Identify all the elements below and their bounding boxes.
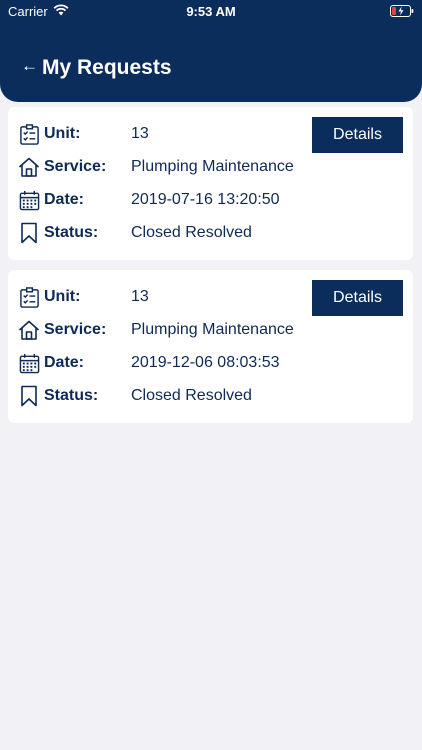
details-button[interactable]: Details <box>312 117 403 153</box>
status-row: Status: Closed Resolved <box>18 220 252 246</box>
unit-label: Unit: <box>44 288 81 305</box>
service-row: Service: Plumping Maintenance <box>18 154 294 180</box>
service-label: Service: <box>44 158 107 175</box>
bookmark-icon <box>18 385 40 407</box>
back-arrow-icon[interactable]: ← <box>21 56 38 76</box>
date-label: Date: <box>44 354 85 371</box>
bookmark-icon <box>18 222 40 244</box>
status-value: Closed Resolved <box>131 387 252 404</box>
unit-label: Unit: <box>44 125 81 142</box>
status-bar: Carrier 9:53 AM <box>0 0 422 22</box>
home-icon <box>18 319 40 341</box>
details-button[interactable]: Details <box>312 280 403 316</box>
status-row: Status: Closed Resolved <box>18 383 252 409</box>
unit-row: Unit: 13 <box>18 284 149 310</box>
status-label: Status: <box>44 387 99 404</box>
unit-row: Unit: 13 <box>18 121 149 147</box>
date-value: 2019-07-16 13:20:50 <box>131 191 280 208</box>
service-value: Plumping Maintenance <box>131 321 294 338</box>
request-card: Unit: 13 Service: Plumping Maintenance D… <box>8 107 413 260</box>
service-value: Plumping Maintenance <box>131 158 294 175</box>
request-card: Unit: 13 Service: Plumping Maintenance D… <box>8 270 413 423</box>
unit-value: 13 <box>131 125 149 142</box>
page-title: My Requests <box>42 56 172 79</box>
date-label: Date: <box>44 191 85 208</box>
date-value: 2019-12-06 08:03:53 <box>131 354 280 371</box>
service-label: Service: <box>44 321 107 338</box>
date-row: Date: 2019-12-06 08:03:53 <box>18 350 280 376</box>
calendar-icon <box>18 189 40 211</box>
home-icon <box>18 156 40 178</box>
service-row: Service: Plumping Maintenance <box>18 317 294 343</box>
clock: 9:53 AM <box>186 4 236 19</box>
clipboard-checklist-icon <box>18 286 40 308</box>
date-row: Date: 2019-07-16 13:20:50 <box>18 187 280 213</box>
unit-value: 13 <box>131 288 149 305</box>
status-label: Status: <box>44 224 99 241</box>
battery-icon <box>390 5 414 20</box>
request-list: Unit: 13 Service: Plumping Maintenance D… <box>8 107 413 433</box>
clipboard-checklist-icon <box>18 123 40 145</box>
calendar-icon <box>18 352 40 374</box>
status-value: Closed Resolved <box>131 224 252 241</box>
